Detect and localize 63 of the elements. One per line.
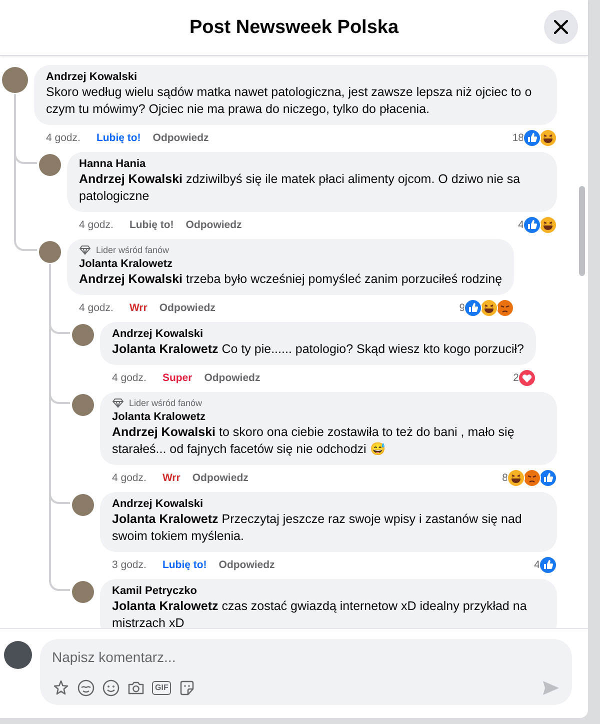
reply-link[interactable]: Odpowiedz: [218, 558, 275, 570]
reaction-count: 8: [502, 472, 508, 484]
dialog-title: Post Newsweek Polska: [189, 16, 399, 38]
reaction-count: 4: [534, 558, 540, 570]
comment-author[interactable]: Andrzej Kowalski: [112, 328, 524, 340]
comment-author[interactable]: Andrzej Kowalski: [112, 498, 545, 510]
comment-time: 4 godz.: [112, 372, 146, 384]
comment-time: 4 godz.: [79, 218, 114, 230]
user-avatar[interactable]: [72, 394, 94, 416]
user-avatar[interactable]: [2, 67, 28, 93]
smiley-icon[interactable]: [102, 679, 120, 697]
reaction-link[interactable]: Wrr: [129, 302, 148, 314]
sticker-icon[interactable]: [178, 679, 196, 697]
comment-text: Andrzej Kowalski to skoro ona ciebie zostawiła to też do bani , mało się starałeś... od fajnych facetów się nie odchodzi 😅: [112, 424, 516, 458]
reaction-count: 18: [512, 132, 524, 144]
user-avatar[interactable]: [72, 581, 94, 603]
reaction-link[interactable]: Super: [162, 372, 192, 384]
comment-author[interactable]: Andrzej Kowalski: [46, 71, 545, 83]
comment-text: Jolanta Kralowetz Co ty pie...... patologio? Skąd wiesz kto kogo porzucił?: [112, 341, 524, 358]
comment-input[interactable]: Napisz komentarz... GIF: [40, 639, 572, 705]
user-avatar[interactable]: [4, 641, 32, 669]
comment-text: Andrzej Kowalski zdziwilbyś się ile matek płaci alimenty ojcom. O dziwo nie sa patologiczne: [79, 171, 522, 205]
comment-author[interactable]: Kamil Petryczko: [112, 585, 545, 597]
user-avatar[interactable]: [72, 324, 94, 346]
comment-author[interactable]: Jolanta Kralowetz: [79, 258, 502, 270]
camera-icon[interactable]: [127, 679, 145, 697]
avatar-face-icon[interactable]: [77, 679, 95, 697]
reaction-link[interactable]: Lubię to!: [96, 132, 141, 144]
gif-button[interactable]: GIF: [152, 681, 172, 695]
user-avatar[interactable]: [39, 241, 61, 263]
user-avatar[interactable]: [72, 494, 94, 516]
comment-time: 3 godz.: [112, 558, 146, 570]
reaction-link[interactable]: Wrr: [162, 472, 180, 484]
thread-connector: [14, 236, 37, 251]
reaction-link[interactable]: Lubię to!: [129, 218, 174, 230]
reply-link[interactable]: Odpowiedz: [204, 372, 260, 384]
reaction-count: 4: [518, 218, 524, 230]
comment-time: 4 godz.: [112, 472, 146, 484]
reply-link[interactable]: Odpowiedz: [152, 132, 209, 144]
sparkle-icon[interactable]: [52, 679, 70, 697]
reply-link[interactable]: Odpowiedz: [186, 218, 242, 230]
reply-link[interactable]: Odpowiedz: [159, 302, 216, 314]
comment-text: Skoro według wielu sądów matka nawet patologiczna, jest zawsze lepsza niż ojciec to o czym tu mówimy? Ojciec nie ma prawa do niczego, tylko do płacenia.: [46, 84, 533, 118]
scrollbar-thumb[interactable]: [579, 186, 585, 276]
diamond-icon: [112, 398, 124, 408]
fan-badge-label: Lider wśród fanów: [129, 398, 202, 408]
comment-time: 4 godz.: [79, 302, 114, 314]
comment-text: Jolanta Kralowetz Przeczytaj jeszcze raz swoje wpisy i zastanów się nad swoim tokiem myślenia.: [112, 511, 523, 545]
comment-text: Jolanta Kralowetz czas zostać gwiazdą internetow xD idealny przykład na mistrzach xD: [112, 598, 528, 628]
comment-time: 4 godz.: [46, 132, 80, 144]
comment-text: Andrzej Kowalski trzeba było wcześniej pomyśleć zanim porzuciłeś rodzinę: [79, 271, 502, 288]
close-icon: [554, 20, 568, 34]
comment-author[interactable]: Hanna Hania: [79, 158, 545, 170]
close-button[interactable]: [544, 10, 578, 44]
fan-badge-label: Lider wśród fanów: [96, 245, 170, 255]
thread-connector: [49, 576, 70, 591]
reaction-count: 9: [459, 302, 466, 314]
reply-link[interactable]: Odpowiedz: [192, 472, 248, 484]
user-avatar[interactable]: [39, 154, 61, 176]
diamond-icon: [79, 245, 91, 255]
reaction-link[interactable]: Lubię to!: [162, 558, 207, 570]
reaction-count: 2: [513, 372, 520, 384]
comment-author[interactable]: Jolanta Kralowetz: [112, 411, 545, 423]
